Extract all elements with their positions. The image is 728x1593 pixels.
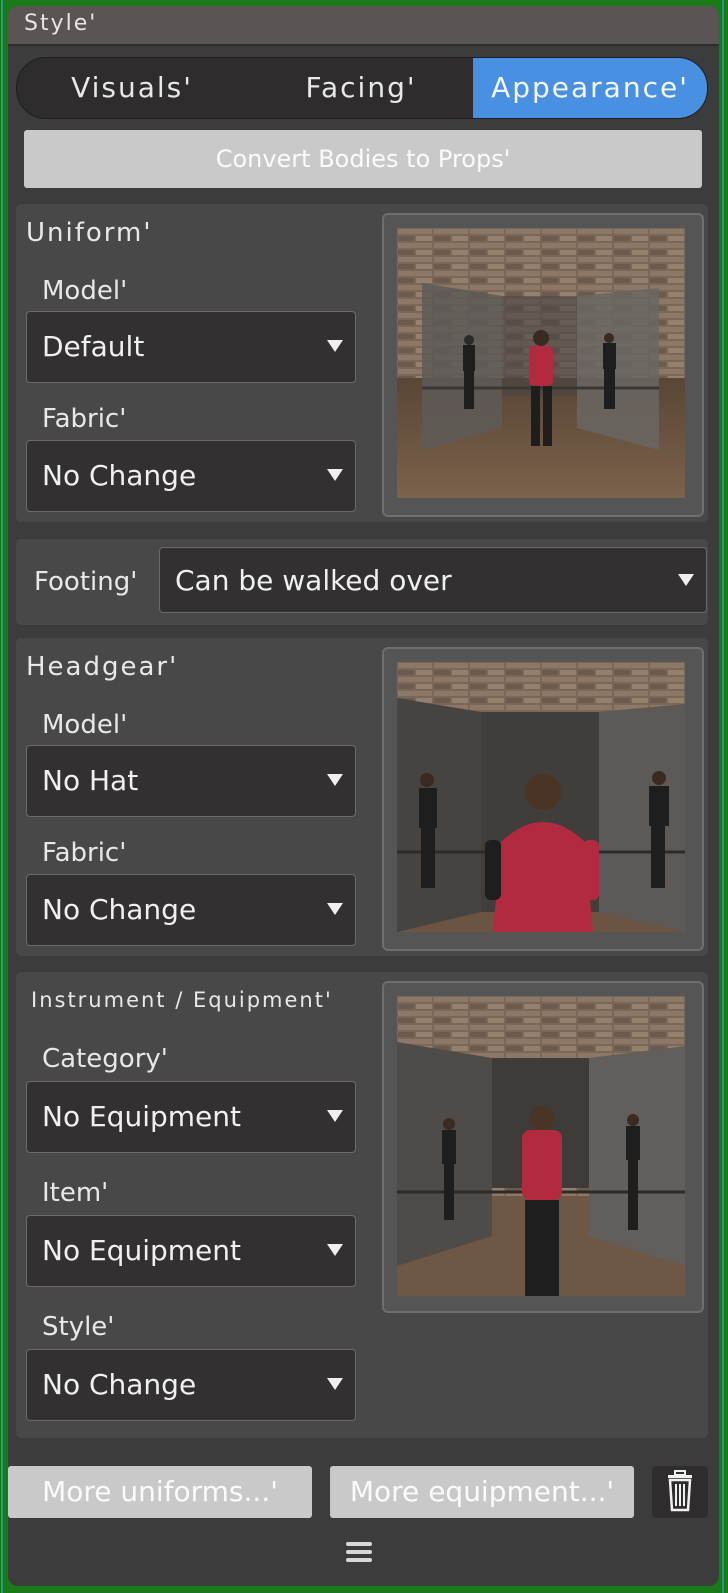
equipment-item-label: Item'	[42, 1178, 109, 1208]
equipment-section: Instrument / Equipment' Category' No Equ…	[16, 972, 708, 1438]
more-uniforms-button[interactable]: More uniforms...'	[8, 1466, 312, 1518]
dropdown-caret-icon	[327, 1378, 343, 1390]
uniform-model-dropdown[interactable]: Default	[26, 311, 356, 383]
equipment-preview-frame	[382, 981, 704, 1313]
equipment-style-dropdown[interactable]: No Change	[26, 1349, 356, 1421]
headgear-title: Headgear'	[26, 652, 179, 682]
dropdown-caret-icon	[327, 340, 343, 352]
headgear-fabric-value: No Change	[42, 893, 197, 926]
headgear-fabric-dropdown[interactable]: No Change	[26, 874, 356, 946]
title-bar[interactable]: Style'	[8, 6, 719, 46]
tab-appearance[interactable]: Appearance'	[473, 58, 707, 118]
footing-value: Can be walked over	[175, 564, 452, 597]
dropdown-caret-icon	[327, 469, 343, 481]
footing-section: Footing' Can be walked over	[16, 539, 708, 625]
equipment-style-value: No Change	[42, 1368, 197, 1401]
window-title: Style'	[24, 11, 98, 36]
uniform-title: Uniform'	[26, 218, 153, 248]
convert-bodies-button[interactable]: Convert Bodies to Props'	[24, 130, 702, 188]
delete-button[interactable]	[652, 1466, 708, 1518]
style-panel: Style' Visuals' Facing' Appearance' Conv…	[8, 6, 719, 1586]
headgear-model-dropdown[interactable]: No Hat	[26, 745, 356, 817]
uniform-fabric-dropdown[interactable]: No Change	[26, 440, 356, 512]
equipment-category-dropdown[interactable]: No Equipment	[26, 1081, 356, 1153]
trash-icon	[668, 1470, 692, 1512]
headgear-fabric-label: Fabric'	[42, 838, 127, 868]
headgear-preview-image	[397, 662, 685, 932]
uniform-section: Uniform' Model' Default Fabric' No Chang…	[16, 204, 708, 522]
uniform-fabric-value: No Change	[42, 459, 197, 492]
equipment-category-label: Category'	[42, 1044, 168, 1074]
headgear-preview-frame	[382, 647, 704, 951]
headgear-model-label: Model'	[42, 710, 128, 740]
headgear-section: Headgear' Model' No Hat Fabric' No Chang…	[16, 638, 708, 956]
tab-visuals[interactable]: Visuals'	[17, 58, 247, 118]
dropdown-caret-icon	[678, 574, 694, 586]
menu-icon[interactable]	[346, 1540, 372, 1564]
more-equipment-button[interactable]: More equipment...'	[330, 1466, 634, 1518]
uniform-model-label: Model'	[42, 276, 128, 306]
dropdown-caret-icon	[327, 903, 343, 915]
equipment-item-dropdown[interactable]: No Equipment	[26, 1215, 356, 1287]
equipment-style-label: Style'	[42, 1312, 115, 1342]
background-stripe	[1, 0, 3, 1593]
uniform-model-value: Default	[42, 330, 145, 363]
dropdown-caret-icon	[327, 774, 343, 786]
equipment-category-value: No Equipment	[42, 1100, 241, 1133]
tab-bar: Visuals' Facing' Appearance'	[16, 57, 708, 119]
background-stripe	[722, 0, 724, 1593]
footing-label: Footing'	[34, 567, 138, 597]
uniform-preview-image	[397, 228, 685, 498]
equipment-preview-image	[397, 996, 685, 1296]
uniform-fabric-label: Fabric'	[42, 404, 127, 434]
tab-facing[interactable]: Facing'	[247, 58, 475, 118]
uniform-preview-frame	[382, 213, 704, 517]
headgear-model-value: No Hat	[42, 764, 139, 797]
equipment-item-value: No Equipment	[42, 1234, 241, 1267]
equipment-title: Instrument / Equipment'	[31, 988, 333, 1012]
dropdown-caret-icon	[327, 1110, 343, 1122]
footing-dropdown[interactable]: Can be walked over	[159, 547, 707, 613]
dropdown-caret-icon	[327, 1244, 343, 1256]
